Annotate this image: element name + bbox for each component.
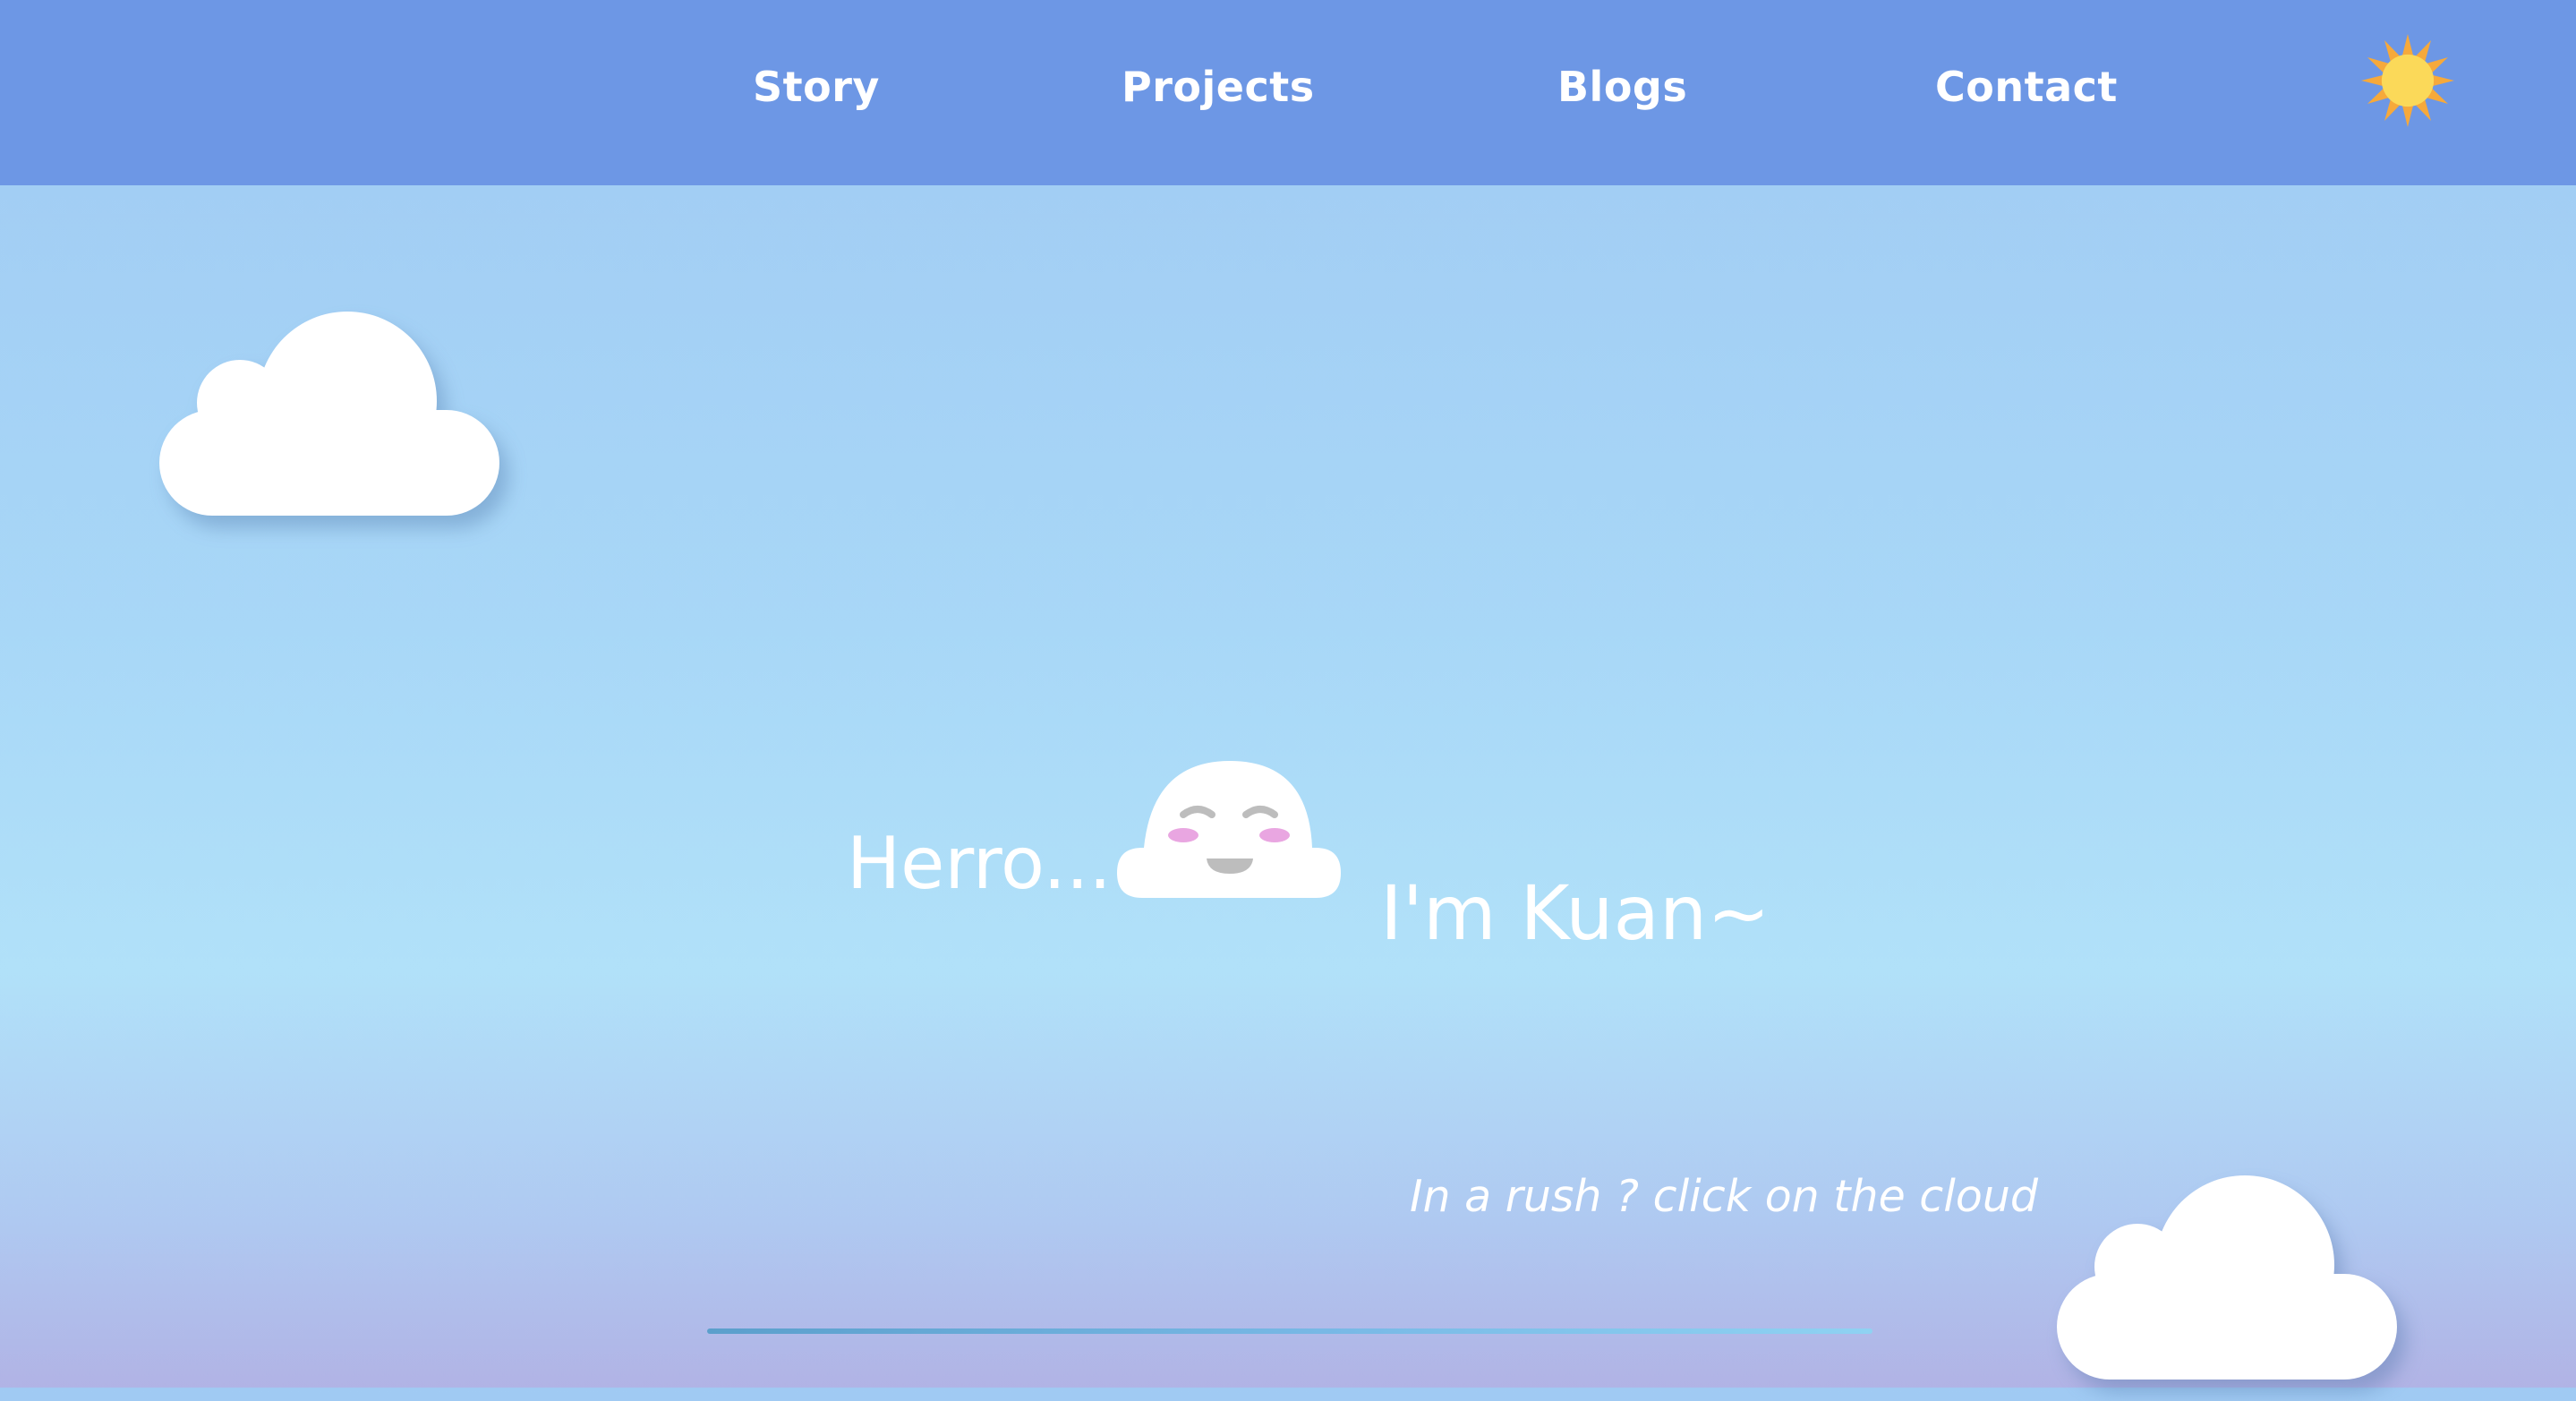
sun-icon[interactable] [2361, 34, 2454, 127]
smiling-cloud-body [1117, 761, 1341, 898]
greeting-text: Herro... [847, 822, 1112, 905]
nav-story-link[interactable]: Story [753, 56, 880, 118]
nav-projects-link[interactable]: Projects [1122, 56, 1315, 118]
name-text: I'm Kuan~ [1380, 869, 1770, 957]
sun-core [2381, 54, 2435, 107]
right-blush [1259, 828, 1290, 842]
cloud-shortcut-button[interactable] [2048, 1168, 2406, 1401]
top-navbar: Story Projects Blogs Contact [0, 0, 2576, 185]
cloud-decoration-top-left [159, 312, 499, 516]
nav-blogs-link[interactable]: Blogs [1557, 56, 1687, 118]
smiling-cloud-icon[interactable] [1117, 759, 1341, 902]
nav-contact-link[interactable]: Contact [1935, 56, 2118, 118]
rush-hint-text: In a rush ? click on the cloud [1410, 1171, 2038, 1222]
scroll-progress-bar [707, 1328, 1872, 1334]
left-blush [1168, 828, 1198, 842]
